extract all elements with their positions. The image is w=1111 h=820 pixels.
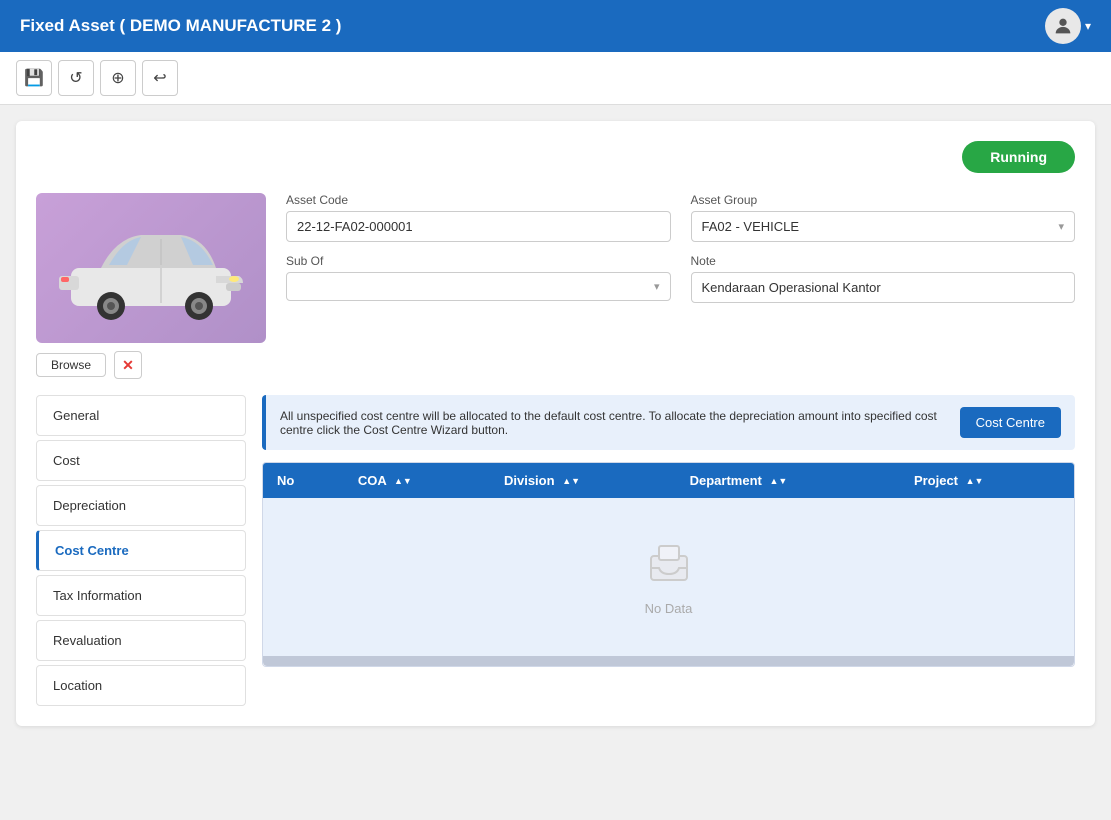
note-label: Note — [691, 254, 1076, 268]
col-coa-sort: ▲▼ — [394, 477, 412, 486]
lower-section: General Cost Depreciation Cost Centre Ta… — [36, 395, 1075, 706]
note-input[interactable] — [691, 272, 1076, 303]
col-project-sort: ▲▼ — [966, 477, 984, 486]
col-no-label: No — [277, 473, 294, 488]
note-field: Note — [691, 254, 1076, 303]
asset-code-input[interactable] — [286, 211, 671, 242]
col-division-label: Division — [504, 473, 555, 488]
table-scrollbar[interactable] — [263, 656, 1074, 666]
main-container: Running — [0, 105, 1111, 742]
asset-top-section: Browse ✕ Asset Code Asset Group — [36, 193, 1075, 379]
cost-centre-wizard-button[interactable]: Cost Centre — [960, 407, 1061, 438]
asset-image — [36, 193, 266, 343]
asset-group-caret: ▾ — [1058, 220, 1064, 233]
asset-fields: Asset Code Asset Group FA02 - VEHICLE ▾ … — [286, 193, 1075, 379]
table-header-row: No COA ▲▼ Division ▲▼ — [263, 463, 1074, 498]
cost-centre-table-wrapper: No COA ▲▼ Division ▲▼ — [262, 462, 1075, 667]
status-badge: Running — [962, 141, 1075, 173]
notice-text: All unspecified cost centre will be allo… — [280, 409, 948, 437]
page-title: Fixed Asset ( DEMO MANUFACTURE 2 ) — [20, 16, 341, 36]
asset-code-label: Asset Code — [286, 193, 671, 207]
refresh-button[interactable]: ↺ — [58, 60, 94, 96]
sidebar-item-location[interactable]: Location — [36, 665, 246, 706]
asset-group-select[interactable]: FA02 - VEHICLE ▾ — [691, 211, 1076, 242]
no-data-icon — [303, 538, 1034, 595]
col-coa-label: COA — [358, 473, 386, 488]
col-project-label: Project — [914, 473, 958, 488]
table-body: No Data — [263, 498, 1074, 656]
asset-group-field: Asset Group FA02 - VEHICLE ▾ — [691, 193, 1076, 242]
no-data-text: No Data — [303, 601, 1034, 616]
col-department-label: Department — [690, 473, 762, 488]
car-illustration — [51, 213, 251, 323]
user-avatar — [1045, 8, 1081, 44]
col-division-sort: ▲▼ — [562, 477, 580, 486]
asset-card: Running — [16, 121, 1095, 726]
table-header: No COA ▲▼ Division ▲▼ — [263, 463, 1074, 498]
browse-button[interactable]: Browse — [36, 353, 106, 377]
col-project[interactable]: Project ▲▼ — [900, 463, 1074, 498]
sidebar-item-tax-information[interactable]: Tax Information — [36, 575, 246, 616]
cost-centre-table: No COA ▲▼ Division ▲▼ — [263, 463, 1074, 656]
sub-of-caret: ▾ — [654, 280, 660, 293]
image-actions: Browse ✕ — [36, 351, 266, 379]
sidebar-nav: General Cost Depreciation Cost Centre Ta… — [36, 395, 246, 706]
col-no: No — [263, 463, 344, 498]
col-division[interactable]: Division ▲▼ — [490, 463, 676, 498]
back-button[interactable]: ↩ — [142, 60, 178, 96]
asset-group-label: Asset Group — [691, 193, 1076, 207]
no-data-row: No Data — [263, 498, 1074, 656]
cost-centre-content: All unspecified cost centre will be allo… — [262, 395, 1075, 706]
no-data-cell: No Data — [263, 498, 1074, 656]
status-row: Running — [36, 141, 1075, 185]
asset-code-field: Asset Code — [286, 193, 671, 242]
user-dropdown-caret: ▾ — [1085, 19, 1091, 33]
add-button[interactable]: ⊕ — [100, 60, 136, 96]
app-header: Fixed Asset ( DEMO MANUFACTURE 2 ) ▾ — [0, 0, 1111, 52]
asset-image-area: Browse ✕ — [36, 193, 266, 379]
sidebar-item-cost-centre[interactable]: Cost Centre — [36, 530, 246, 571]
sub-of-label: Sub Of — [286, 254, 671, 268]
toolbar: 💾 ↺ ⊕ ↩ — [0, 52, 1111, 105]
col-department[interactable]: Department ▲▼ — [676, 463, 900, 498]
sidebar-item-general[interactable]: General — [36, 395, 246, 436]
sub-of-select[interactable]: ▾ — [286, 272, 671, 301]
asset-group-value: FA02 - VEHICLE — [702, 219, 800, 234]
sidebar-item-revaluation[interactable]: Revaluation — [36, 620, 246, 661]
user-menu[interactable]: ▾ — [1045, 8, 1091, 44]
col-department-sort: ▲▼ — [770, 477, 788, 486]
sidebar-item-cost[interactable]: Cost — [36, 440, 246, 481]
sub-of-field: Sub Of ▾ — [286, 254, 671, 303]
remove-image-button[interactable]: ✕ — [114, 351, 142, 379]
col-coa[interactable]: COA ▲▼ — [344, 463, 490, 498]
sidebar-item-depreciation[interactable]: Depreciation — [36, 485, 246, 526]
notice-bar: All unspecified cost centre will be allo… — [262, 395, 1075, 450]
save-button[interactable]: 💾 — [16, 60, 52, 96]
fields-grid: Asset Code Asset Group FA02 - VEHICLE ▾ … — [286, 193, 1075, 303]
